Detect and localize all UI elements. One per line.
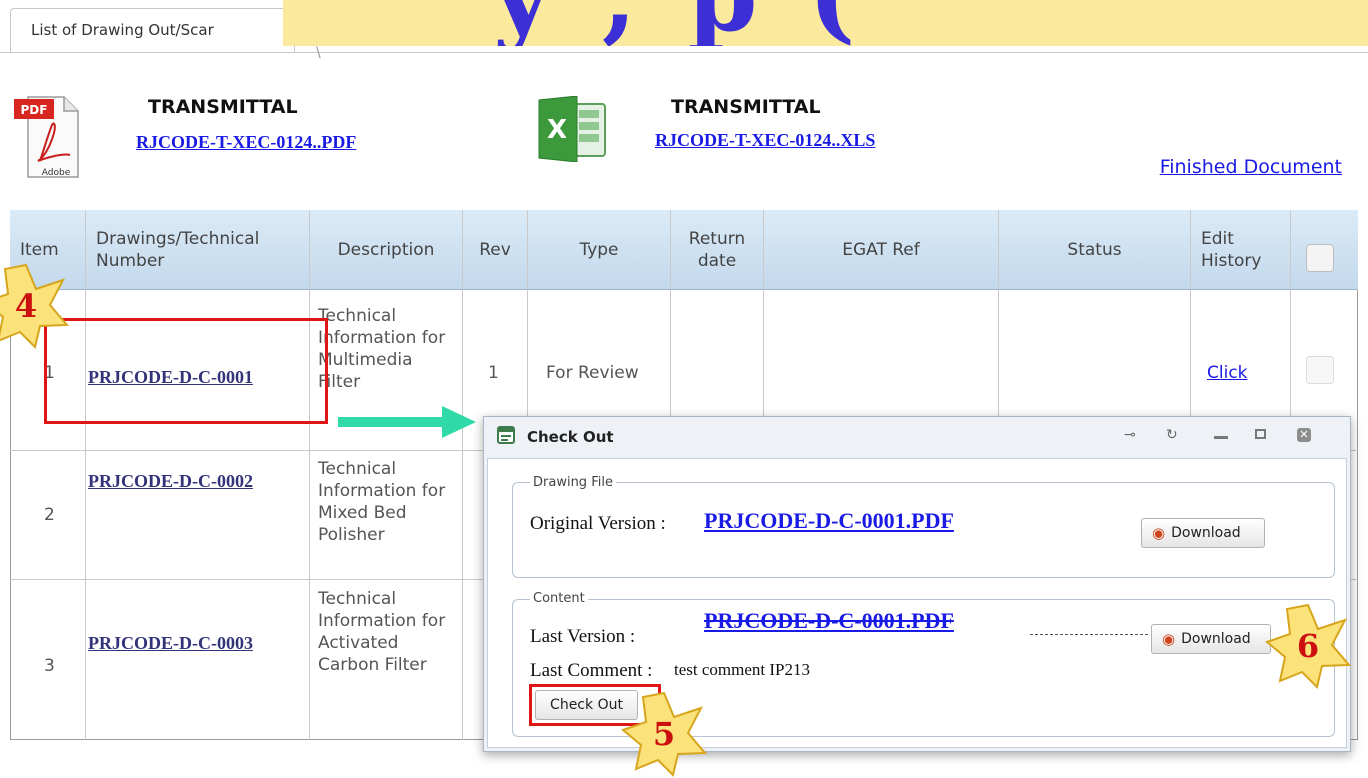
original-version-label: Original Version :	[530, 513, 666, 534]
row1-edit-history-link[interactable]: Click	[1207, 362, 1248, 384]
download-latest-label: Download	[1181, 631, 1251, 647]
step-4-badge: 4	[0, 262, 70, 350]
close-icon[interactable]: ✕	[1297, 428, 1311, 442]
title-banner: y , p (	[283, 0, 1368, 46]
step-4-number: 4	[14, 287, 38, 325]
finished-document-link[interactable]: Finished Document	[1160, 156, 1342, 178]
header-status: Status	[1067, 240, 1122, 260]
download-icon: ◉	[1152, 524, 1166, 542]
last-comment-label: Last Comment :	[530, 660, 653, 681]
xls-transmittal-title: TRANSMITTAL	[671, 96, 821, 118]
download-original-label: Download	[1171, 525, 1241, 541]
pdf-transmittal-title: TRANSMITTAL	[148, 96, 298, 118]
row3-description: Technical Information for Activated Carb…	[318, 589, 446, 675]
select-all-checkbox[interactable]	[1306, 244, 1334, 272]
step-5-number: 5	[652, 715, 676, 753]
step-6-badge: 6	[1264, 602, 1352, 690]
download-original-button[interactable]: ◉ Download	[1141, 518, 1265, 548]
header-egat-ref: EGAT Ref	[842, 240, 920, 260]
step-6-number: 6	[1296, 627, 1320, 665]
arrow-icon	[338, 404, 478, 440]
row1-rev: 1	[488, 363, 499, 383]
svg-text:X: X	[547, 115, 567, 145]
dialog-title: Check Out	[527, 428, 614, 446]
row2-number-link[interactable]: PRJCODE-D-C-0002	[88, 471, 253, 492]
row1-type: For Review	[546, 363, 639, 383]
svg-text:Adobe: Adobe	[42, 168, 71, 178]
header-description: Description	[337, 240, 435, 260]
header-return-date: Return date	[688, 229, 746, 271]
excel-file-icon: X	[537, 95, 609, 163]
minimize-icon[interactable]	[1214, 436, 1228, 439]
header-number: Drawings/Technical Number	[96, 229, 260, 271]
step-5-badge: 5	[620, 690, 708, 778]
svg-text:PDF: PDF	[21, 103, 48, 117]
highlight-box-number	[44, 318, 328, 424]
maximize-icon[interactable]	[1255, 429, 1266, 439]
header-type: Type	[579, 240, 619, 260]
row3-number-link[interactable]: PRJCODE-D-C-0003	[88, 633, 253, 654]
row1-checkbox[interactable]	[1306, 356, 1334, 384]
original-version-file-link[interactable]: PRJCODE-D-C-0001.PDF	[686, 508, 1142, 574]
row2-item: 2	[44, 505, 55, 525]
row3-item: 3	[44, 656, 55, 676]
row2-description: Technical Information for Mixed Bed Poli…	[318, 459, 446, 545]
header-edit-history: Edit History	[1201, 229, 1262, 271]
tab-drawing-out-list[interactable]: List of Drawing Out/Scar	[10, 8, 295, 52]
pin-icon[interactable]: ⊸	[1124, 427, 1136, 443]
last-version-file-link[interactable]: PRJCODE-D-C-0001.PDF	[686, 608, 1148, 650]
tab-edge: \	[316, 45, 321, 61]
drawing-file-legend: Drawing File	[530, 475, 616, 490]
pdf-transmittal-link[interactable]: RJCODE-T-XEC-0124..PDF	[136, 132, 444, 180]
xls-transmittal-link[interactable]: RJCODE-T-XEC-0124..XLS	[655, 130, 959, 188]
header-rev: Rev	[479, 240, 511, 260]
last-version-label: Last Version :	[530, 626, 636, 647]
window-icon	[497, 426, 515, 444]
content-legend: Content	[530, 591, 588, 606]
tab-strip-line	[0, 52, 1368, 53]
refresh-icon[interactable]: ↻	[1166, 427, 1178, 443]
link-dash-line	[1030, 634, 1148, 635]
pdf-file-icon: PDF Adobe	[14, 95, 80, 179]
last-comment-text: test comment IP213	[674, 660, 810, 679]
banner-text: y , p (	[493, 0, 864, 46]
download-latest-button[interactable]: ◉ Download	[1151, 624, 1271, 654]
download-icon: ◉	[1162, 630, 1176, 648]
